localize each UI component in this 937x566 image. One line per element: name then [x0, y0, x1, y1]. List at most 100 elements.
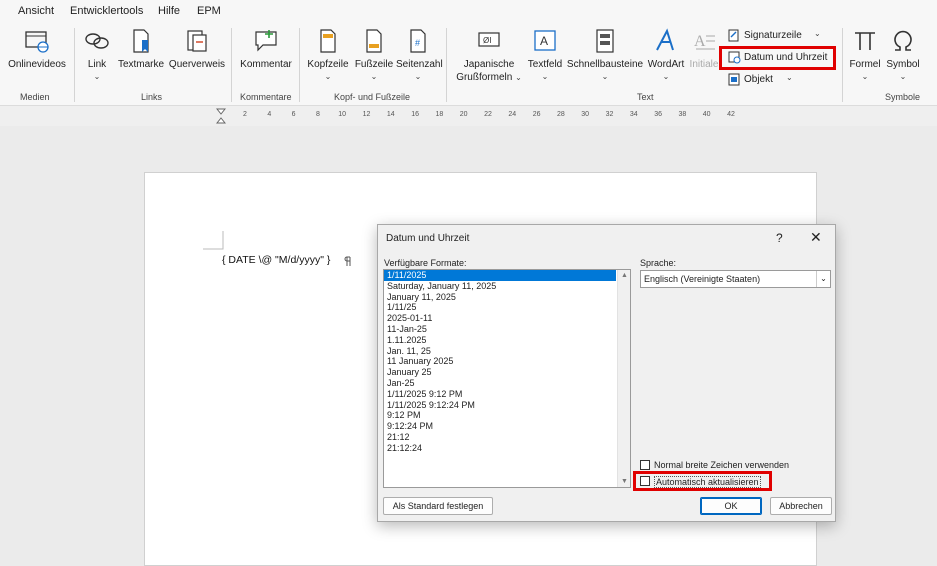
pi-icon	[855, 32, 875, 50]
paragraph-mark-icon	[344, 256, 351, 266]
textmarke-label: Textmarke	[117, 59, 165, 70]
format-item[interactable]: Jan-25	[384, 378, 630, 389]
menu-ansicht[interactable]: Ansicht	[18, 5, 54, 17]
bookmark-icon	[133, 29, 149, 53]
japanische-grussformeln-button[interactable]: ØI Japanische Grußformeln ⌄	[452, 22, 526, 86]
fullwidth-label: Normal breite Zeichen verwenden	[654, 460, 790, 470]
ruler-tick: 34	[629, 111, 638, 118]
close-button[interactable]: ✕	[810, 229, 822, 246]
ruler-tick: 18	[435, 111, 444, 118]
querverweis-button[interactable]: Querverweis	[168, 22, 226, 86]
format-item[interactable]: 9:12:24 PM	[384, 421, 630, 432]
symbol-button[interactable]: Symbol ⌄	[884, 22, 922, 86]
initiale-button[interactable]: A Initiale	[688, 22, 720, 86]
indent-marker-icon	[216, 108, 226, 124]
ruler-tick: 16	[411, 111, 419, 118]
format-item[interactable]: 11 January 2025	[384, 356, 630, 367]
autoupdate-checkbox[interactable]	[640, 476, 650, 486]
ruler-tick: 4	[267, 111, 272, 118]
format-item[interactable]: 21:12:24	[384, 443, 630, 454]
format-item[interactable]: 1/11/25	[384, 302, 630, 313]
menu-entwicklertools[interactable]: Entwicklertools	[70, 5, 143, 17]
format-item[interactable]: 1/11/2025 9:12 PM	[384, 389, 630, 400]
set-default-button[interactable]: Als Standard festlegen	[383, 497, 493, 515]
page-number-icon: #	[410, 29, 426, 53]
datum-uhrzeit-label: Datum und Uhrzeit	[744, 52, 828, 63]
scroll-up-icon[interactable]: ▲	[621, 272, 628, 279]
list-scrollbar[interactable]: ▲ ▼	[617, 270, 630, 487]
group-text: Text	[637, 92, 654, 102]
format-item[interactable]: 1.11.2025	[384, 335, 630, 346]
online-videos-label: Onlinevideos	[8, 59, 66, 70]
language-label: Sprache:	[640, 258, 677, 268]
japanische-label: Japanische	[463, 59, 515, 70]
cancel-button[interactable]: Abbrechen	[770, 497, 832, 515]
svg-text:A: A	[540, 34, 548, 48]
menu-hilfe[interactable]: Hilfe	[158, 5, 180, 17]
wordart-button[interactable]: WordArt ⌄	[645, 22, 687, 86]
ruler-tick: 36	[654, 111, 662, 118]
format-item[interactable]: Jan. 11, 25	[384, 346, 630, 357]
chevron-down-icon: ⌄	[861, 72, 869, 81]
textfeld-button[interactable]: A Textfeld ⌄	[526, 22, 564, 86]
footer-icon	[366, 29, 382, 53]
format-item[interactable]: Saturday, January 11, 2025	[384, 281, 630, 292]
datum-uhrzeit-button[interactable]: Datum und Uhrzeit	[726, 50, 832, 66]
ruler-tick: 2	[243, 111, 247, 118]
fusszeile-button[interactable]: Fußzeile ⌄	[352, 22, 396, 86]
cross-reference-icon	[187, 30, 207, 52]
wordart-icon	[656, 28, 674, 51]
textmarke-button[interactable]: Textmarke	[116, 22, 166, 86]
signaturzeile-label: Signaturzeile	[744, 30, 802, 41]
formats-listbox[interactable]: 1/11/2025 Saturday, January 11, 2025 Janua…	[383, 269, 631, 488]
datum-uhrzeit-dialog: Datum und Uhrzeit ? ✕ Verfügbare Formate…	[377, 224, 836, 522]
ribbon-separator	[842, 28, 843, 102]
language-select[interactable]: Englisch (Vereinigte Staaten) ⌄	[640, 270, 831, 288]
formats-label: Verfügbare Formate:	[384, 258, 467, 268]
format-item[interactable]: January 25	[384, 367, 630, 378]
ruler-tick: 8	[315, 111, 320, 118]
date-field-code[interactable]: { DATE \@ "M/d/yyyy" }	[222, 254, 330, 266]
ruler-tick: 20	[459, 111, 468, 118]
online-videos-button[interactable]: Onlinevideos	[4, 22, 70, 86]
ok-button[interactable]: OK	[700, 497, 762, 515]
help-button[interactable]: ?	[776, 231, 783, 245]
header-icon	[320, 29, 336, 53]
drop-cap-icon: A	[694, 33, 715, 50]
fullwidth-checkbox[interactable]	[640, 460, 650, 470]
ribbon-separator	[231, 28, 232, 102]
kopfzeile-label: Kopfzeile	[307, 59, 349, 70]
formel-button[interactable]: Formel ⌄	[846, 22, 884, 86]
greeting-icon: ØI	[478, 32, 500, 47]
kopfzeile-button[interactable]: Kopfzeile ⌄	[306, 22, 350, 86]
ruler: 2 4 6 8 10 12 14 16 18 20 22 24 26 28 30 32 34 36 38 40 42	[0, 106, 937, 126]
objekt-button[interactable]: Objekt ⌄	[726, 72, 806, 88]
ribbon: Onlinevideos Medien Link ⌄ Textmarke Que…	[0, 22, 937, 106]
format-item[interactable]: 21:12	[384, 432, 630, 443]
svg-text:A: A	[694, 33, 706, 50]
ruler-tick: 30	[581, 111, 590, 118]
ruler-tick: 22	[484, 111, 492, 118]
group-kommentare: Kommentare	[240, 92, 292, 102]
initiale-label: Initiale	[689, 59, 719, 70]
link-button[interactable]: Link ⌄	[82, 22, 112, 86]
menu-epm[interactable]: EPM	[197, 5, 221, 17]
scroll-down-icon[interactable]: ▼	[621, 478, 628, 485]
format-item[interactable]: 1/11/2025 9:12:24 PM	[384, 400, 630, 411]
format-item-selected[interactable]: 1/11/2025	[384, 270, 616, 281]
ruler-tick: 10	[338, 111, 347, 118]
seitenzahl-button[interactable]: # Seitenzahl ⌄	[396, 22, 443, 86]
seitenzahl-label: Seitenzahl	[396, 59, 443, 70]
ruler-tick: 24	[508, 111, 517, 118]
chevron-down-icon: ⌄	[816, 271, 830, 287]
textbox-icon: A	[534, 30, 556, 51]
symbol-label: Symbol	[886, 59, 920, 70]
grussformeln-label: Grußformeln ⌄	[456, 72, 522, 83]
signaturzeile-button[interactable]: Signaturzeile ⌄	[726, 28, 826, 44]
format-item[interactable]: 9:12 PM	[384, 410, 630, 421]
format-item[interactable]: 11-Jan-25	[384, 324, 630, 335]
kommentar-button[interactable]: Kommentar	[238, 22, 294, 86]
format-item[interactable]: 2025-01-11	[384, 313, 630, 324]
schnellbausteine-button[interactable]: Schnellbausteine ⌄	[566, 22, 644, 86]
format-item[interactable]: January 11, 2025	[384, 292, 630, 303]
